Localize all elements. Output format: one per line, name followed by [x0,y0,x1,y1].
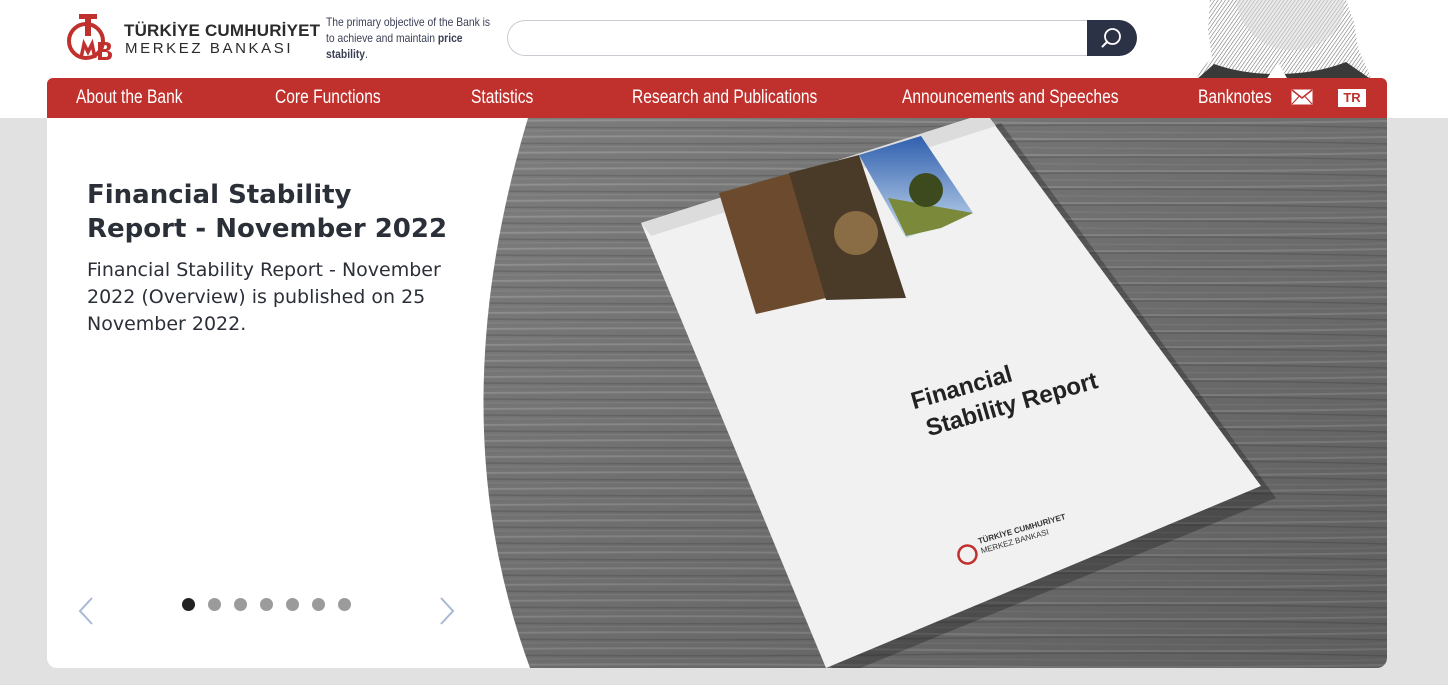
nav-statistics[interactable]: Statistics [471,78,533,118]
search-bar [507,20,1137,56]
slide-title[interactable]: Financial Stability Report - November 20… [87,178,457,246]
slide-description: Financial Stability Report - November 20… [87,259,441,335]
slide-dot-7[interactable] [338,598,351,611]
nav-research-and-publications[interactable]: Research and Publications [632,78,817,118]
chevron-left-icon[interactable] [76,596,96,626]
main-navigation: About the Bank Core Functions Statistics… [47,78,1387,118]
slide-dot-1[interactable] [182,598,195,611]
search-icon [1101,28,1121,48]
tcmb-logo-icon [67,14,112,60]
bank-logo[interactable]: TÜRKİYE CUMHURİYET MERKEZ BANKASI [67,14,320,64]
slide-dot-6[interactable] [312,598,325,611]
logo-text-line2: MERKEZ BANKASI [125,40,294,57]
objective-text: The primary objective of the Bank is to … [326,15,491,45]
slide-dot-5[interactable] [286,598,299,611]
objective-suffix: . [365,47,368,61]
report-cover-image[interactable]: Financial Stability Report TÜRKİYE CUMHU… [476,118,1387,668]
nav-about-the-bank[interactable]: About the Bank [76,78,183,118]
nav-core-functions[interactable]: Core Functions [275,78,381,118]
hero-slider: Financial Stability Report TÜRKİYE CUMHU… [47,118,1387,668]
mail-icon[interactable] [1291,89,1313,105]
slide-dot-3[interactable] [234,598,247,611]
language-switch-button[interactable]: TR [1338,89,1366,107]
nav-announcements-and-speeches[interactable]: Announcements and Speeches [902,78,1119,118]
logo-text-line1: TÜRKİYE CUMHURİYET [124,21,321,40]
search-button[interactable] [1087,20,1137,56]
nav-banknotes[interactable]: Banknotes [1198,78,1272,118]
slide-dot-2[interactable] [208,598,221,611]
chevron-right-icon[interactable] [437,596,457,626]
search-input[interactable] [507,20,1088,56]
slide-dot-4[interactable] [260,598,273,611]
ataturk-portrait [1196,0,1372,80]
bank-objective: The primary objective of the Bank is to … [326,14,494,62]
